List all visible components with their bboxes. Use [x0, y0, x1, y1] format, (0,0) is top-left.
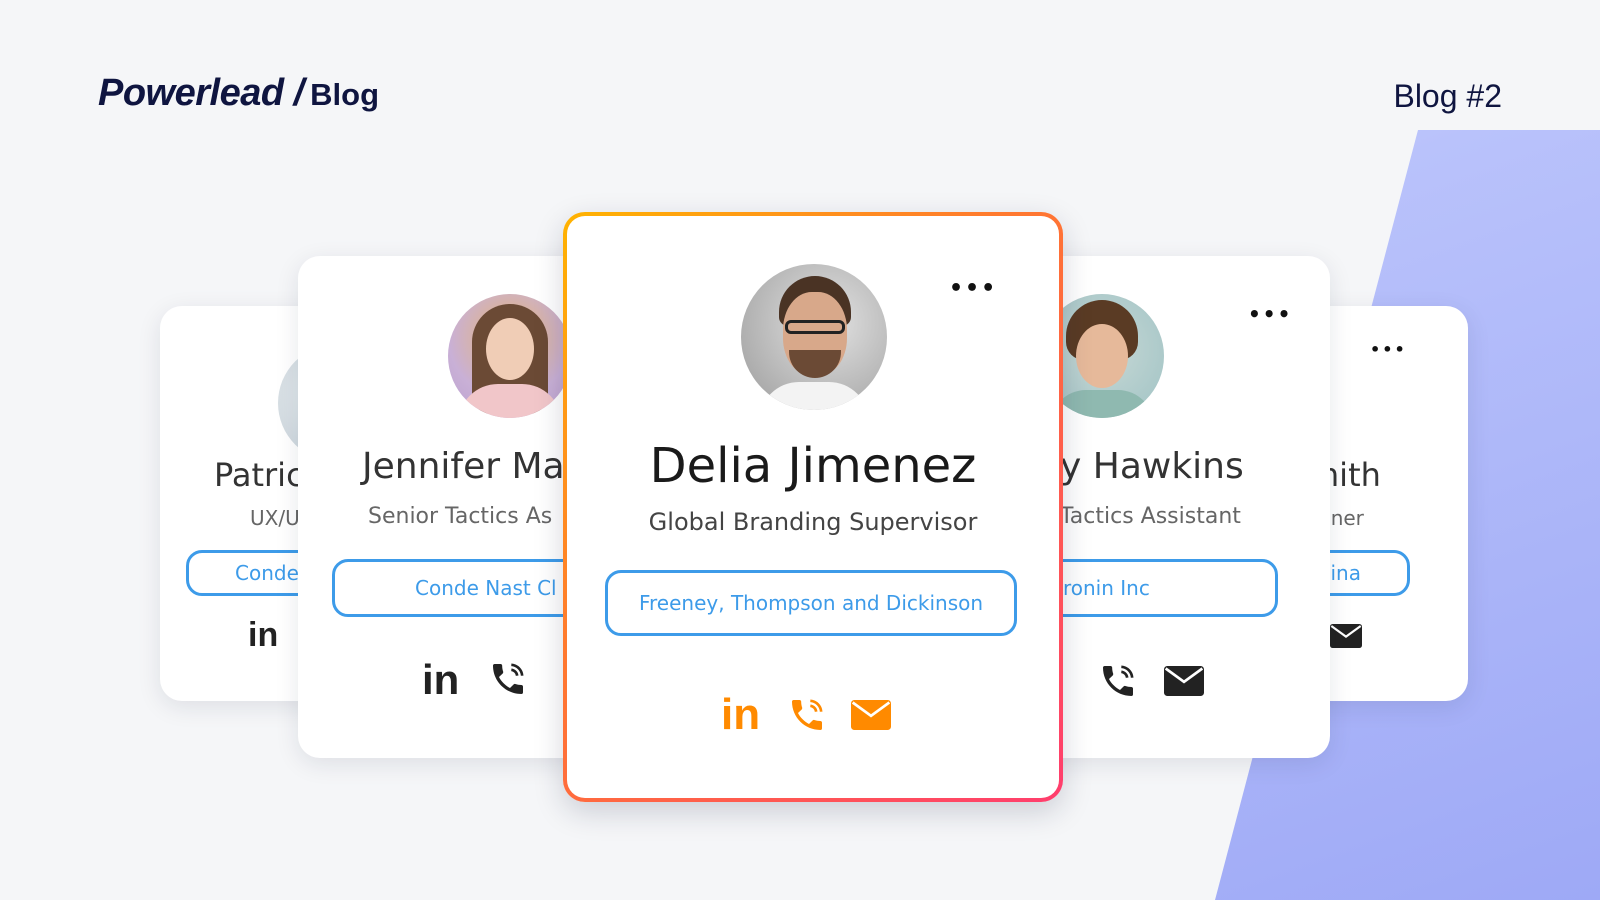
contact-name: y Hawkins	[1060, 446, 1244, 487]
avatar-face	[486, 318, 534, 380]
contact-name: Patric	[214, 456, 304, 494]
company-name: Conde Nast Cl	[415, 576, 557, 600]
email-icon[interactable]	[1164, 666, 1204, 700]
avatar-glasses	[785, 320, 845, 334]
avatar	[741, 264, 887, 410]
phone-icon[interactable]	[787, 694, 827, 740]
contact-card-featured[interactable]: ••• Delia Jimenez Global Branding Superv…	[563, 212, 1063, 802]
avatar-face	[1076, 324, 1128, 388]
company-name: Conde	[235, 561, 299, 585]
avatar-beard	[789, 350, 841, 378]
blog-label[interactable]: Blog	[310, 77, 379, 113]
blog-number: Blog #2	[1393, 78, 1502, 114]
contact-role: UX/U	[250, 506, 300, 530]
powerlead-logo[interactable]: Powerlead	[98, 72, 284, 115]
email-icon[interactable]	[851, 700, 891, 734]
email-icon[interactable]	[1330, 624, 1362, 652]
more-options-icon[interactable]: •••	[1370, 340, 1407, 359]
avatar-shirt	[1050, 390, 1154, 418]
phone-icon[interactable]	[488, 658, 528, 704]
company-name: Cronin Inc	[1049, 576, 1150, 600]
linkedin-icon[interactable]: in	[422, 656, 459, 704]
card-body: ••• Delia Jimenez Global Branding Superv…	[567, 216, 1059, 798]
avatar	[448, 294, 572, 418]
linkedin-icon[interactable]: in	[721, 690, 760, 740]
brand-slash: /	[293, 72, 305, 114]
company-button[interactable]: Freeney, Thompson and Dickinson	[605, 570, 1017, 636]
contact-role: Tactics Assistant	[1060, 504, 1241, 529]
contact-role: Senior Tactics As	[368, 504, 553, 529]
more-options-icon[interactable]: •••	[949, 276, 997, 301]
contact-name: Delia Jimenez	[649, 438, 977, 494]
contact-role: Global Branding Supervisor	[648, 508, 978, 536]
contact-name: Jennifer Ma	[362, 446, 565, 487]
brand-header: Powerlead / Blog	[98, 72, 379, 115]
phone-icon[interactable]	[1098, 660, 1138, 706]
avatar-shirt	[759, 382, 869, 410]
more-options-icon[interactable]: •••	[1248, 302, 1292, 326]
linkedin-icon[interactable]: in	[248, 616, 278, 655]
company-name: Freeney, Thompson and Dickinson	[638, 591, 984, 615]
